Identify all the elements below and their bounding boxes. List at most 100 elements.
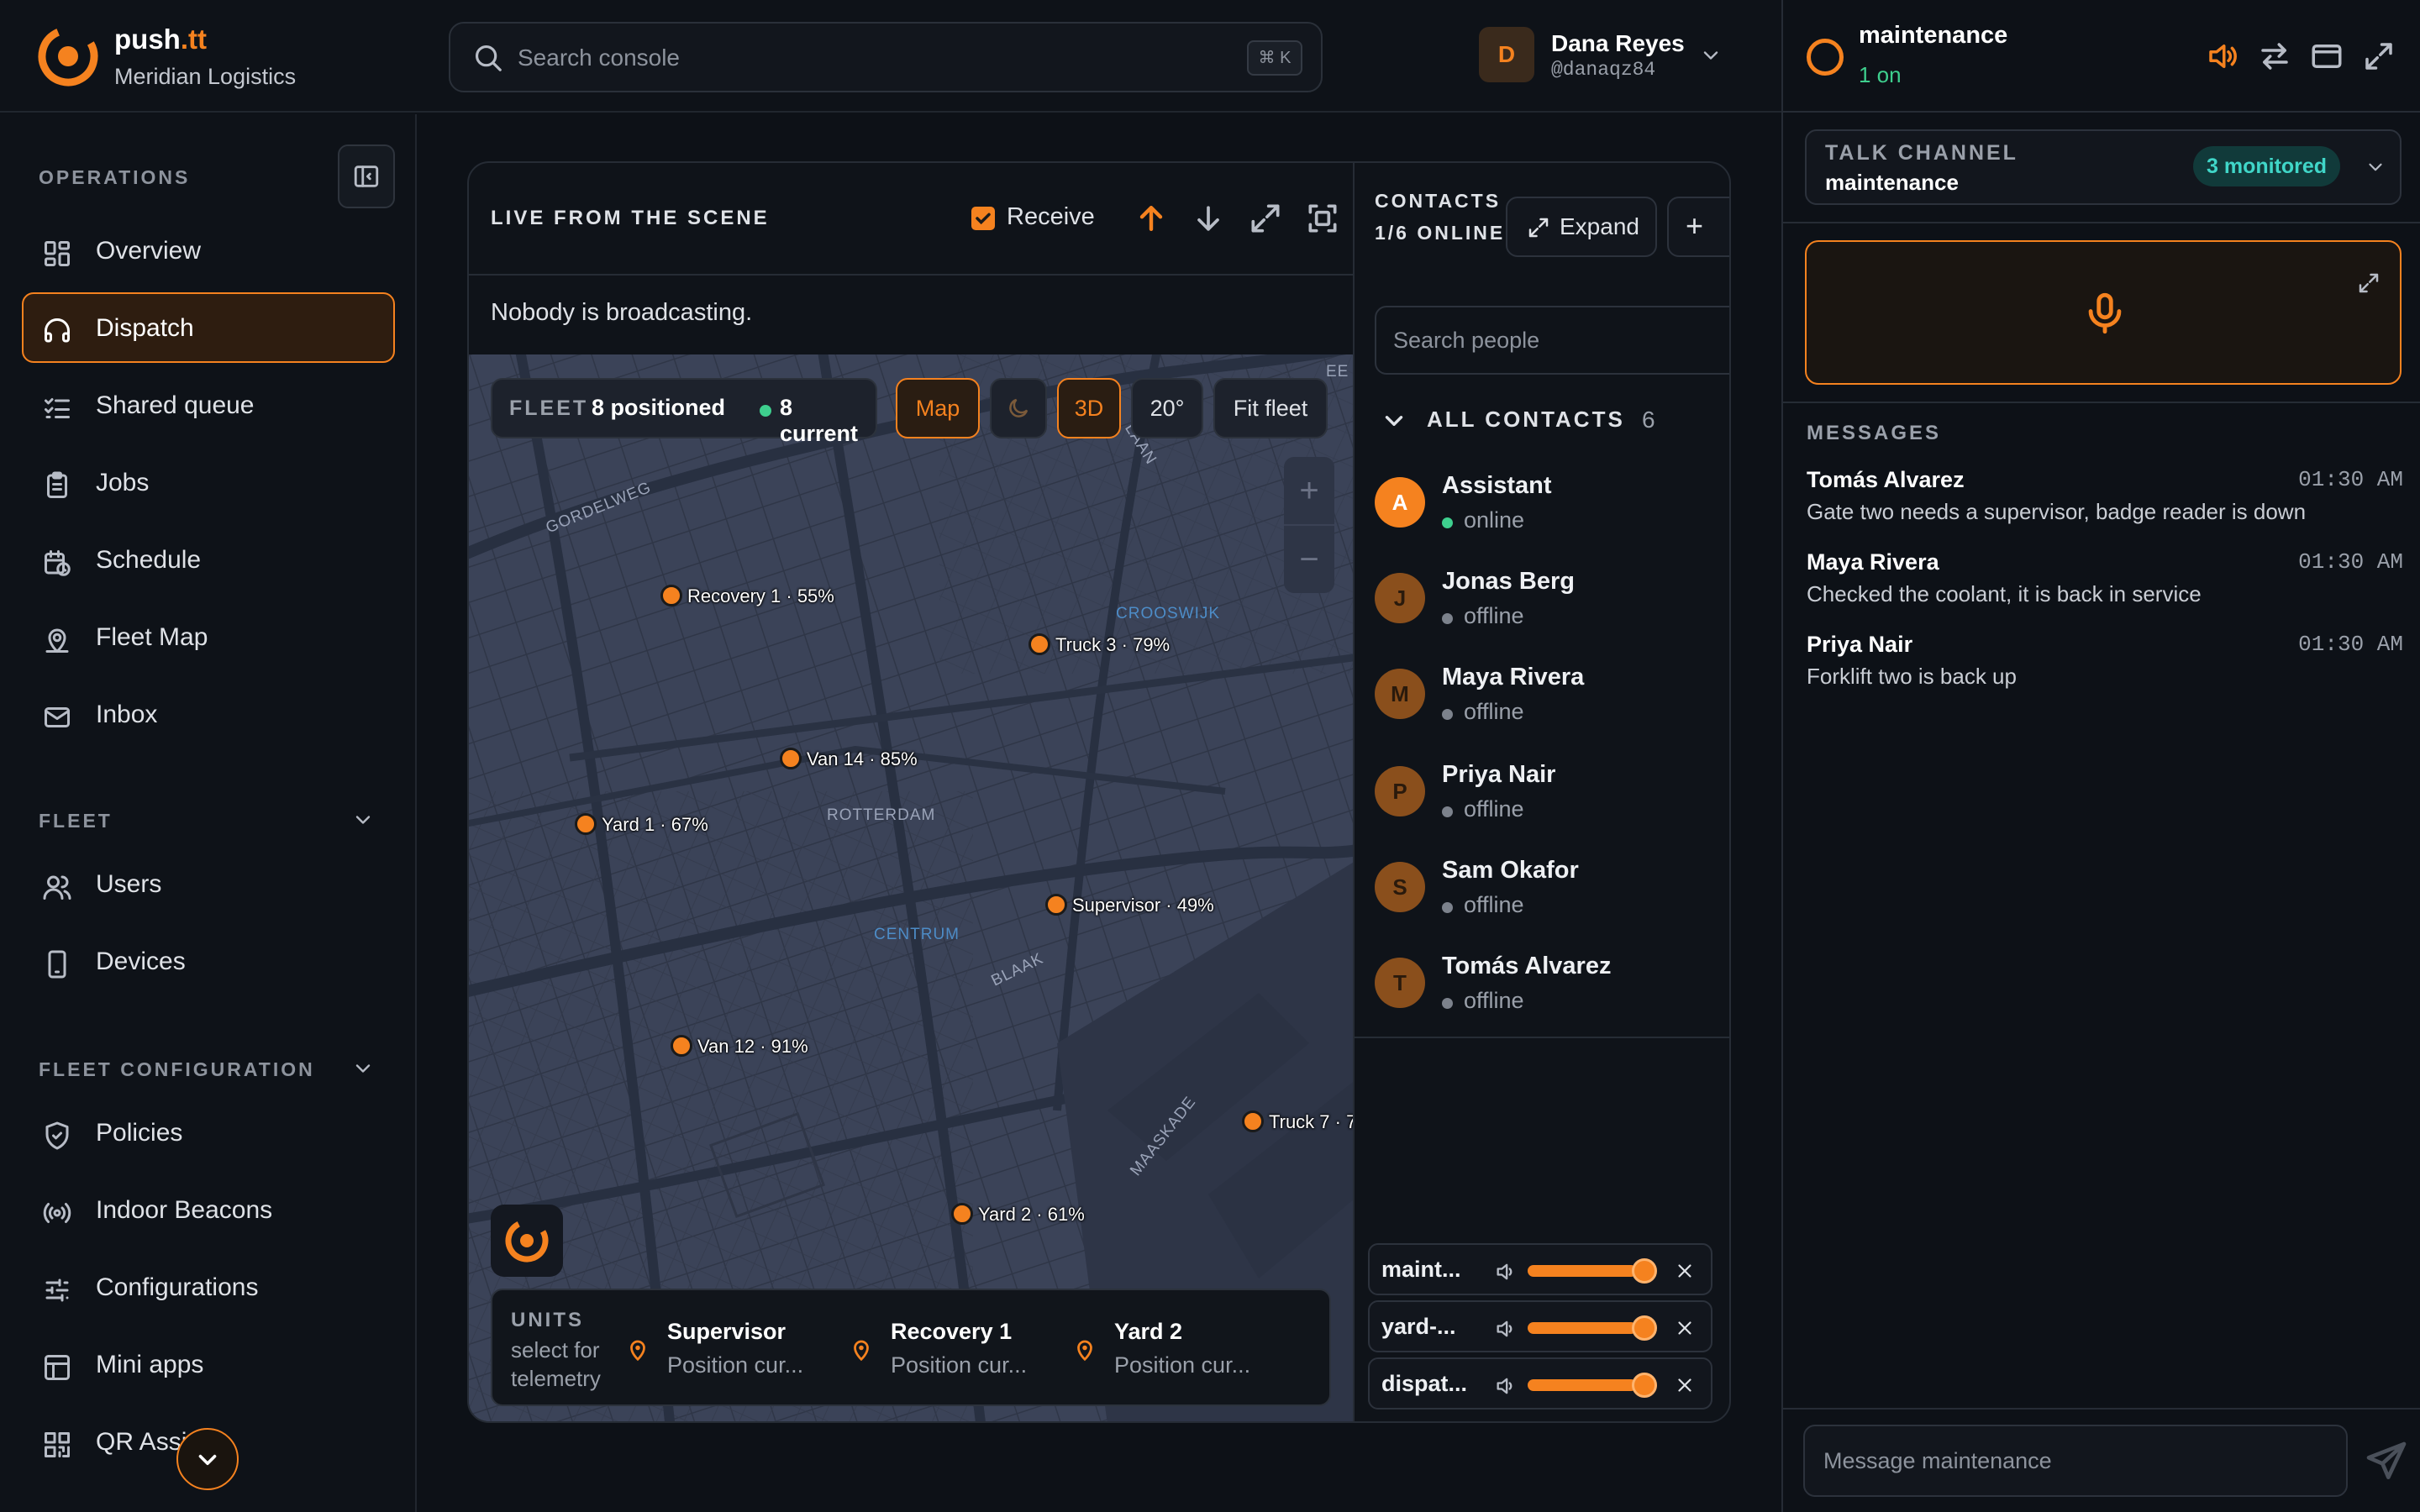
dark-mode-button[interactable] [990, 378, 1047, 438]
messages-title: MESSAGES [1807, 422, 1942, 444]
pin-label: Truck 7 · 7 [1269, 1111, 1353, 1132]
contact-name: Sam Okafor [1442, 857, 1579, 884]
sidebar-item-configurations[interactable]: Configurations [22, 1252, 395, 1322]
zoom-out-button[interactable]: − [1284, 524, 1334, 591]
tilt-button[interactable]: 20° [1131, 378, 1203, 438]
unit-card-yard-2[interactable]: Yard 2 Position cur... [1072, 1310, 1291, 1386]
pin-dot [660, 585, 682, 606]
sliders-icon [45, 1278, 69, 1302]
focus-frame-icon[interactable] [1304, 200, 1341, 237]
units-subtitle: select for telemetry [511, 1337, 601, 1391]
expand-icon[interactable] [2356, 270, 2381, 296]
swap-icon[interactable] [2257, 39, 2292, 74]
message-text: Checked the coolant, it is back in servi… [1807, 581, 2202, 606]
section-label-fleet-configuration[interactable]: FLEET CONFIGURATION [39, 1058, 315, 1081]
sidebar-item-overview[interactable]: Overview [22, 215, 395, 286]
sidebar-item-mini-apps[interactable]: Mini apps [22, 1329, 395, 1399]
contact-tomas-alvarez[interactable]: T Tomás Alvarez offline [1375, 948, 1728, 1032]
map-logo [491, 1205, 563, 1277]
monitored-badge: 3 monitored [2193, 146, 2341, 186]
unit-name: Supervisor [667, 1319, 786, 1344]
sidebar-item-fleet-map[interactable]: Fleet Map [22, 601, 395, 672]
map-style-button[interactable]: Map [896, 378, 980, 438]
sidebar-item-indoor-beacons[interactable]: Indoor Beacons [22, 1174, 395, 1245]
volume-icon[interactable] [1494, 1260, 1518, 1284]
expand-contacts-button[interactable]: Expand [1506, 197, 1657, 257]
contact-maya-rivera[interactable]: M Maya Rivera offline [1375, 659, 1728, 743]
sidebar-item-policies[interactable]: Policies [22, 1097, 395, 1168]
divider [1783, 222, 2420, 223]
receive-label[interactable]: Receive [1007, 203, 1095, 231]
contact-status: offline [1442, 603, 1524, 629]
message-input[interactable] [1803, 1425, 2348, 1497]
volume-slider-handle[interactable] [1632, 1373, 1657, 1398]
volume-slider[interactable] [1528, 1265, 1637, 1277]
scroll-down-button[interactable] [176, 1428, 239, 1490]
arrow-up-icon[interactable] [1133, 200, 1170, 237]
pin-label: Truck 3 · 79% [1055, 634, 1171, 655]
window-icon[interactable] [2309, 39, 2344, 74]
sidebar-item-label: Mini apps [96, 1351, 204, 1378]
check-icon [976, 213, 991, 225]
contact-jonas-berg[interactable]: J Jonas Berg offline [1375, 563, 1728, 647]
user-handle: @danaqz84 [1551, 59, 1656, 81]
volume-slider-handle[interactable] [1632, 1258, 1657, 1284]
sidebar-item-schedule[interactable]: Schedule [22, 524, 395, 595]
search-input[interactable] [518, 39, 1190, 77]
section-label-fleet[interactable]: FLEET [39, 810, 113, 832]
arrow-down-icon[interactable] [1190, 200, 1227, 237]
contact-priya-nair[interactable]: P Priya Nair offline [1375, 756, 1728, 840]
expand-icon[interactable] [1247, 200, 1284, 237]
fullscreen-icon[interactable] [2361, 39, 2396, 74]
chevron-down-icon[interactable] [351, 1057, 375, 1080]
sidebar-item-inbox[interactable]: Inbox [22, 679, 395, 749]
contact-sam-okafor[interactable]: S Sam Okafor offline [1375, 852, 1728, 936]
sidebar-item-label: Indoor Beacons [96, 1196, 273, 1224]
add-contact-button[interactable]: + [1667, 197, 1729, 257]
people-search-input[interactable] [1375, 306, 1729, 375]
unit-detail: Position cur... [667, 1352, 804, 1378]
volume-slider[interactable] [1528, 1379, 1637, 1391]
receive-checkbox[interactable] [971, 207, 995, 230]
unit-card-recovery-1[interactable]: Recovery 1 Position cur... [849, 1310, 1067, 1386]
close-icon[interactable] [1674, 1374, 1696, 1396]
volume-icon[interactable] [1494, 1317, 1518, 1341]
volume-slider[interactable] [1528, 1322, 1637, 1334]
chevron-down-icon[interactable] [351, 808, 375, 832]
sidebar-item-devices[interactable]: Devices [22, 926, 395, 996]
sidebar-item-users[interactable]: Users [22, 848, 395, 919]
fit-fleet-button[interactable]: Fit fleet [1213, 378, 1328, 438]
speaker-icon[interactable] [2205, 39, 2240, 74]
pin-dot [780, 748, 802, 769]
fleet-map[interactable]: GORDELWEG CROOSWIJK ROTTERDAM CENTRUM BL… [469, 354, 1353, 1421]
map-label: EE [1326, 363, 1349, 381]
units-strip: UNITS select for telemetry Supervisor Po… [491, 1289, 1331, 1406]
sidebar-item-shared-queue[interactable]: Shared queue [22, 370, 395, 440]
push-to-talk-button[interactable] [1805, 240, 2402, 385]
send-icon[interactable] [2363, 1438, 2410, 1485]
sidebar-item-jobs[interactable]: Jobs [22, 447, 395, 517]
close-icon[interactable] [1674, 1317, 1696, 1339]
pin-dot [951, 1203, 973, 1225]
sidebar-item-dispatch[interactable]: Dispatch [22, 292, 395, 363]
console-search[interactable]: ⌘ K [449, 22, 1323, 92]
message-time: 01:30 AM [2298, 632, 2403, 657]
user-menu[interactable]: D Dana Reyes @danaqz84 [1479, 27, 1731, 86]
zoom-in-button[interactable]: + [1284, 457, 1334, 524]
scene-title: LIVE FROM THE SCENE [491, 207, 770, 229]
unit-card-supervisor[interactable]: Supervisor Position cur... [625, 1310, 844, 1386]
volume-icon[interactable] [1494, 1374, 1518, 1398]
location-pin-icon [1077, 1340, 1092, 1362]
pin-label: Yard 1 · 67% [602, 814, 708, 835]
close-icon[interactable] [1674, 1260, 1696, 1282]
push-tt-logo-icon[interactable] [37, 25, 99, 87]
3d-toggle-button[interactable]: 3D [1057, 378, 1121, 438]
collapse-sidebar-button[interactable] [338, 144, 395, 208]
contact-status: online [1442, 507, 1524, 533]
volume-slider-handle[interactable] [1632, 1315, 1657, 1341]
talk-channel-select[interactable]: TALK CHANNEL maintenance 3 monitored [1805, 129, 2402, 205]
contact-status: offline [1442, 796, 1524, 822]
monitored-channel-dispatch: dispat... [1368, 1357, 1712, 1410]
contact-assistant[interactable]: A Assistant online [1375, 467, 1728, 551]
qr-icon [45, 1432, 70, 1457]
